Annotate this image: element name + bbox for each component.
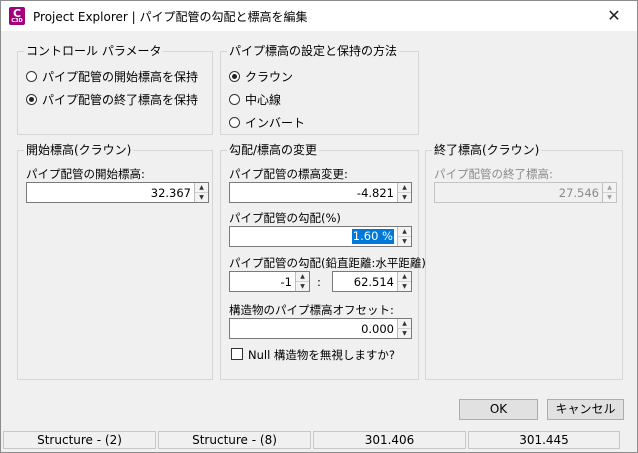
cancel-button[interactable]: キャンセル — [547, 399, 624, 420]
spin-up-icon[interactable]: ▲ — [296, 272, 309, 282]
offset-spinner[interactable]: 0.000 ▲ ▼ — [229, 318, 412, 339]
slope-percent-arrows: ▲ ▼ — [397, 227, 411, 246]
spin-down-icon[interactable]: ▼ — [296, 282, 309, 291]
spin-up-icon[interactable]: ▲ — [398, 272, 411, 282]
radio-keep-start[interactable]: パイプ配管の開始標高を保持 — [26, 68, 198, 84]
elev-change-arrows: ▲ ▼ — [397, 183, 411, 202]
ignore-null-checkbox[interactable] — [231, 348, 243, 360]
end-elev-label: パイプ配管の終了標高: — [434, 167, 553, 181]
start-elev-group: 開始標高(クラウン) パイプ配管の開始標高: 32.367 ▲ ▼ — [17, 142, 213, 380]
slope-percent-spinner[interactable]: 1.60 % ▲ ▼ — [229, 226, 412, 247]
slope-change-title: 勾配/標高の変更 — [227, 142, 320, 158]
ratio-horizontal-spinner[interactable]: 62.514 ▲ ▼ — [332, 271, 412, 292]
end-elev-arrows: ▲ ▼ — [602, 183, 616, 202]
status-cell-end-value: 301.445 — [468, 431, 620, 449]
window-title: Project Explorer | パイプ配管の勾配と標高を編集 — [33, 10, 308, 24]
offset-label: 構造物のパイプ標高オフセット: — [229, 303, 394, 317]
ratio-horizontal-value[interactable]: 62.514 — [354, 275, 394, 289]
status-cell-start-structure: Structure - (2) — [3, 431, 156, 449]
status-cell-start-value: 301.406 — [313, 431, 466, 449]
spin-down-icon: ▼ — [603, 193, 616, 202]
ok-button[interactable]: OK — [459, 399, 538, 420]
spin-down-icon[interactable]: ▼ — [398, 237, 411, 246]
end-elev-spinner: 27.546 ▲ ▼ — [434, 182, 617, 203]
radio-keep-end-label: パイプ配管の終了標高を保持 — [42, 92, 199, 107]
elev-method-title: パイプ標高の設定と保持の方法 — [227, 43, 400, 59]
start-elev-label: パイプ配管の開始標高: — [26, 167, 145, 181]
radio-centerline-label: 中心線 — [245, 92, 282, 107]
control-params-title: コントロール パラメータ — [24, 43, 164, 59]
radio-circle-crown[interactable] — [229, 70, 240, 82]
ratio-vertical-value[interactable]: -1 — [281, 275, 292, 289]
radio-centerline[interactable]: 中心線 — [229, 91, 281, 107]
spin-up-icon: ▲ — [603, 183, 616, 193]
slope-percent-value[interactable]: 1.60 % — [351, 229, 394, 244]
control-params-group: コントロール パラメータ パイプ配管の開始標高を保持 パイプ配管の終了標高を保持 — [17, 43, 213, 135]
radio-keep-end[interactable]: パイプ配管の終了標高を保持 — [26, 91, 198, 107]
elev-change-spinner[interactable]: -4.821 ▲ ▼ — [229, 182, 412, 203]
spin-up-icon[interactable]: ▲ — [398, 183, 411, 193]
close-icon[interactable]: ✕ — [591, 1, 637, 31]
spin-down-icon[interactable]: ▼ — [398, 193, 411, 202]
end-elev-group: 終了標高(クラウン) パイプ配管の終了標高: 27.546 ▲ ▼ — [425, 142, 623, 380]
radio-circle-centerline[interactable] — [229, 93, 240, 105]
elev-method-group: パイプ標高の設定と保持の方法 クラウン 中心線 インバート — [220, 43, 419, 135]
start-elev-spinner[interactable]: 32.367 ▲ ▼ — [26, 182, 209, 203]
radio-crown-label: クラウン — [245, 69, 294, 84]
civil3d-app-icon: C C3D — [9, 7, 25, 25]
dialog-window: C C3D Project Explorer | パイプ配管の勾配と標高を編集 … — [0, 0, 638, 453]
radio-circle-keep-end[interactable] — [26, 93, 37, 105]
start-elev-value[interactable]: 32.367 — [151, 186, 191, 200]
radio-invert[interactable]: インバート — [229, 114, 305, 130]
spin-down-icon[interactable]: ▼ — [398, 282, 411, 291]
offset-arrows: ▲ ▼ — [397, 319, 411, 338]
ratio-separator: : — [317, 275, 321, 289]
ratio-vertical-spinner[interactable]: -1 ▲ ▼ — [229, 271, 310, 292]
spin-down-icon[interactable]: ▼ — [398, 329, 411, 338]
end-elev-title: 終了標高(クラウン) — [432, 142, 542, 158]
ratio-horizontal-arrows: ▲ ▼ — [397, 272, 411, 291]
radio-circle-invert[interactable] — [229, 116, 240, 128]
start-elev-title: 開始標高(クラウン) — [24, 142, 134, 158]
offset-value[interactable]: 0.000 — [361, 322, 394, 336]
start-elev-arrows: ▲ ▼ — [194, 183, 208, 202]
elev-change-value[interactable]: -4.821 — [357, 186, 394, 200]
title-bar: C C3D Project Explorer | パイプ配管の勾配と標高を編集 … — [1, 1, 637, 31]
radio-keep-start-label: パイプ配管の開始標高を保持 — [42, 69, 199, 84]
slope-change-group: 勾配/標高の変更 パイプ配管の標高変更: -4.821 ▲ ▼ パイプ配管の勾配… — [220, 142, 426, 380]
app-icon-sub: C3D — [11, 18, 23, 24]
spin-down-icon[interactable]: ▼ — [195, 193, 208, 202]
spin-up-icon[interactable]: ▲ — [398, 227, 411, 237]
ratio-vertical-arrows: ▲ ▼ — [295, 272, 309, 291]
radio-circle-keep-start[interactable] — [26, 70, 37, 82]
radio-invert-label: インバート — [245, 115, 306, 130]
elev-change-label: パイプ配管の標高変更: — [229, 167, 348, 181]
spin-up-icon[interactable]: ▲ — [195, 183, 208, 193]
slope-ratio-label: パイプ配管の勾配(鉛直距離:水平距離) — [229, 256, 426, 270]
ignore-null-label: Null 構造物を無視しますか? — [248, 348, 396, 362]
end-elev-value: 27.546 — [558, 186, 599, 200]
radio-crown[interactable]: クラウン — [229, 68, 293, 84]
slope-percent-label: パイプ配管の勾配(%) — [229, 211, 341, 225]
status-cell-end-structure: Structure - (8) — [158, 431, 311, 449]
spin-up-icon[interactable]: ▲ — [398, 319, 411, 329]
